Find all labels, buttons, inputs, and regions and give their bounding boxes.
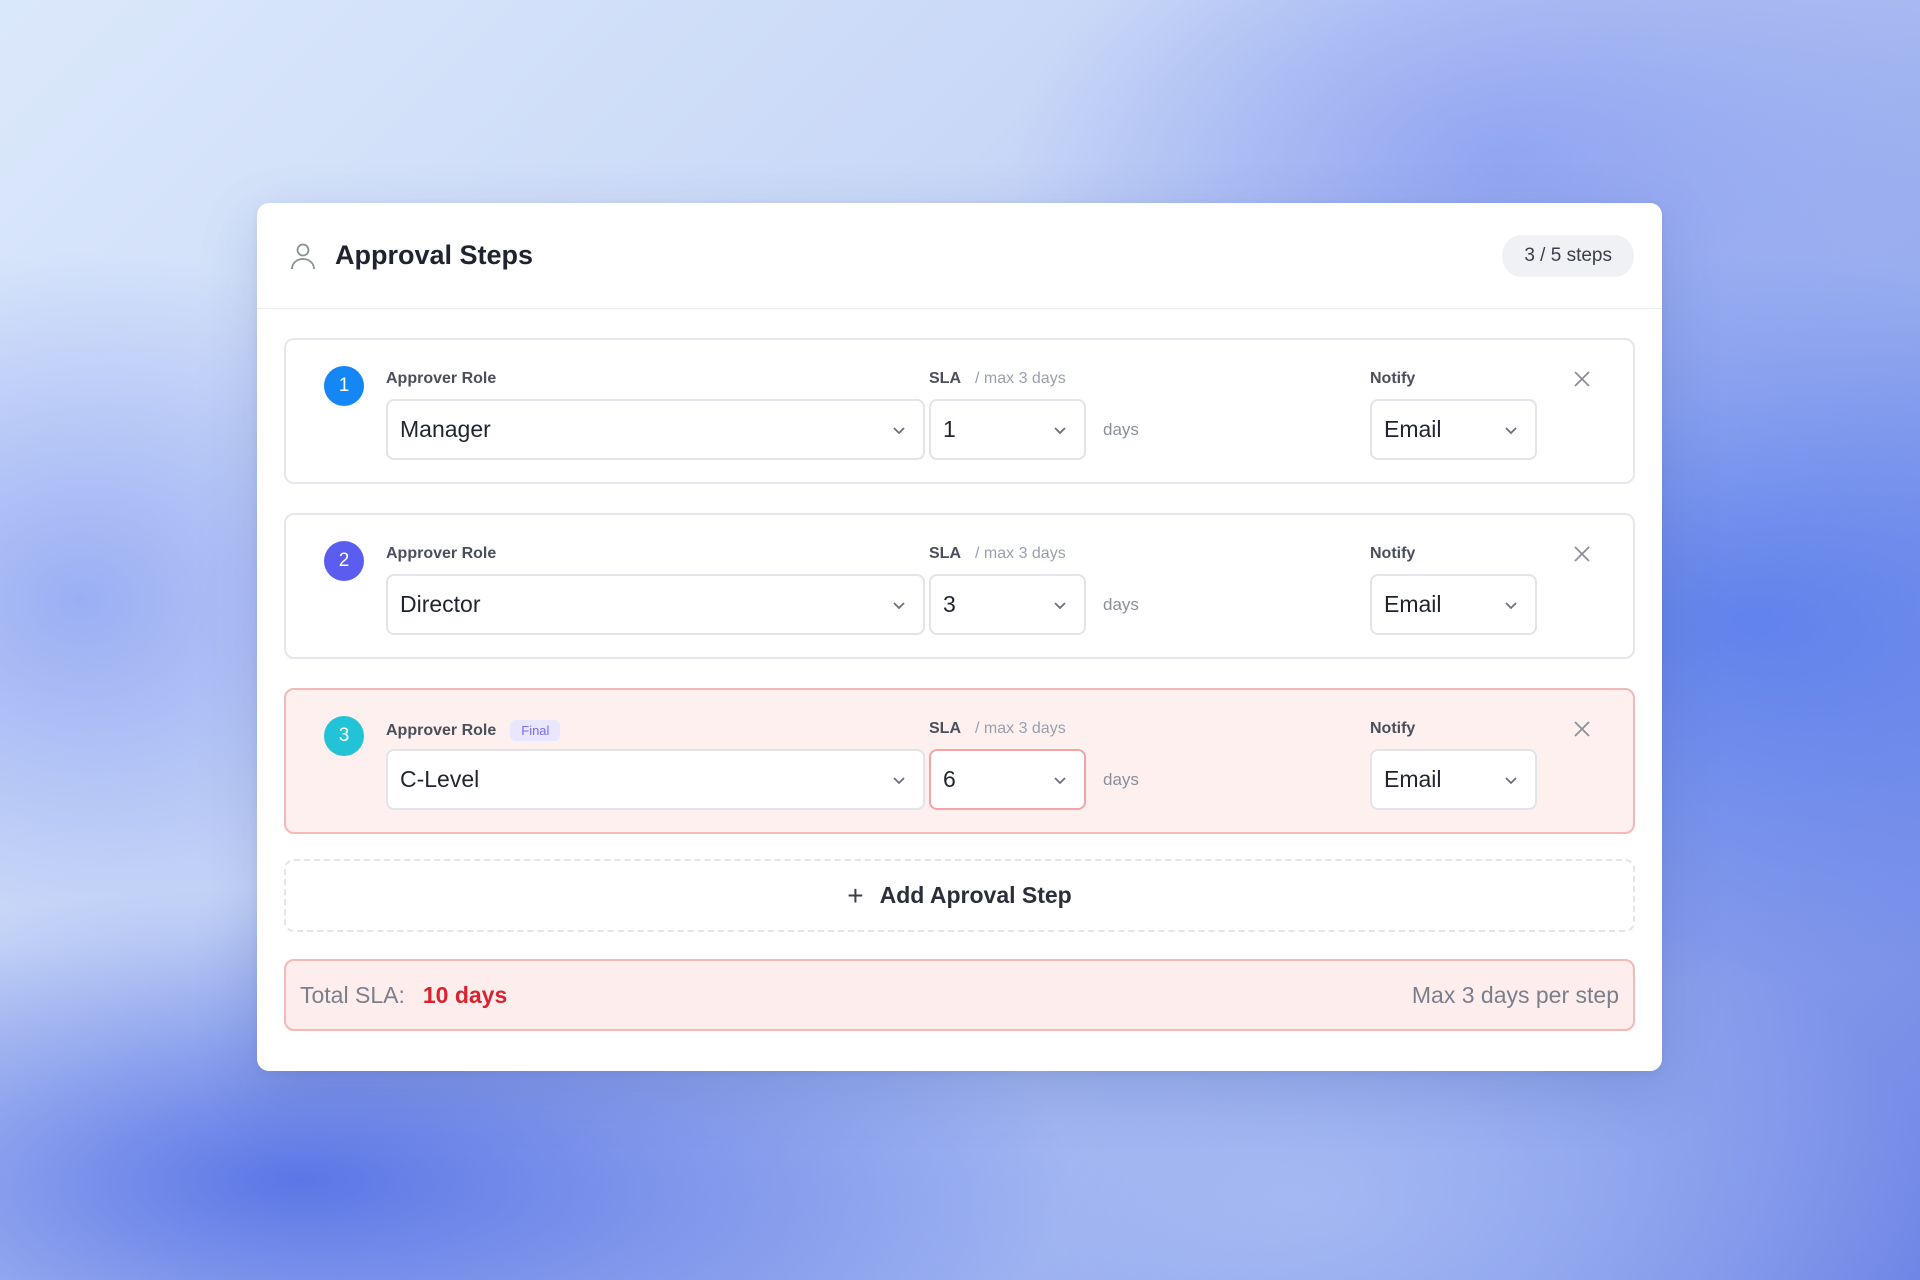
notify-select[interactable]: Email bbox=[1370, 399, 1537, 460]
sla-select[interactable]: 3 bbox=[929, 574, 1086, 635]
sla-unit: days bbox=[1103, 770, 1139, 789]
approver-role-label: Approver Role Final bbox=[386, 720, 561, 741]
total-sla-label: Total SLA: bbox=[300, 981, 405, 1008]
close-icon bbox=[1574, 546, 1590, 562]
chevron-down-icon bbox=[889, 770, 909, 790]
step-number-badge: 3 bbox=[324, 716, 364, 756]
close-icon bbox=[1574, 721, 1590, 737]
notify-label: Notify bbox=[1370, 370, 1416, 387]
approval-steps-card: Approval Steps 3 / 5 steps 1 Approver Ro… bbox=[257, 203, 1662, 1071]
sla-unit: days bbox=[1103, 420, 1139, 439]
approval-step-1: 1 Approver Role Manager SLA / max 3 days … bbox=[284, 338, 1635, 484]
approver-role-select[interactable]: C-Level bbox=[386, 749, 925, 810]
notify-select[interactable]: Email bbox=[1370, 574, 1537, 635]
sla-label: SLA / max 3 days bbox=[929, 545, 1066, 562]
close-icon bbox=[1574, 371, 1590, 387]
total-sla-value: 10 days bbox=[422, 981, 508, 1008]
approver-role-select[interactable]: Director bbox=[386, 574, 925, 635]
sla-select[interactable]: 6 bbox=[929, 749, 1086, 810]
remove-step-button[interactable] bbox=[1571, 718, 1593, 740]
approver-role-label: Approver Role bbox=[386, 545, 497, 562]
chevron-down-icon bbox=[1050, 770, 1070, 790]
chevron-down-icon bbox=[1050, 595, 1070, 615]
sla-label: SLA / max 3 days bbox=[929, 720, 1066, 737]
remove-step-button[interactable] bbox=[1571, 543, 1593, 565]
total-sla-summary: Total SLA: 10 days Max 3 days per step bbox=[284, 959, 1635, 1031]
approval-step-2: 2 Approver Role Director SLA / max 3 days… bbox=[284, 513, 1635, 659]
sla-unit: days bbox=[1103, 595, 1139, 614]
chevron-down-icon bbox=[1050, 420, 1070, 440]
max-days-note: Max 3 days per step bbox=[1411, 981, 1619, 1008]
step-number-badge: 2 bbox=[324, 541, 364, 581]
notify-select[interactable]: Email bbox=[1370, 749, 1537, 810]
chevron-down-icon bbox=[1501, 595, 1521, 615]
chevron-down-icon bbox=[1501, 420, 1521, 440]
page-title: Approval Steps bbox=[335, 240, 534, 270]
step-count-badge: 3 / 5 steps bbox=[1502, 234, 1634, 277]
chevron-down-icon bbox=[889, 595, 909, 615]
plus-icon: + bbox=[847, 879, 864, 911]
notify-label: Notify bbox=[1370, 545, 1416, 562]
sla-label: SLA / max 3 days bbox=[929, 370, 1066, 387]
card-header: Approval Steps 3 / 5 steps bbox=[257, 203, 1662, 309]
user-icon bbox=[287, 240, 319, 272]
add-approval-step-button[interactable]: + Add Aproval Step bbox=[284, 859, 1635, 932]
approver-role-select[interactable]: Manager bbox=[386, 399, 925, 460]
remove-step-button[interactable] bbox=[1571, 368, 1593, 390]
add-step-label: Add Aproval Step bbox=[879, 882, 1072, 908]
notify-label: Notify bbox=[1370, 720, 1416, 737]
approver-role-label: Approver Role bbox=[386, 370, 497, 387]
approval-step-3: 3 Approver Role Final C-Level SLA / max 3… bbox=[284, 688, 1635, 834]
sla-select[interactable]: 1 bbox=[929, 399, 1086, 460]
step-number-badge: 1 bbox=[324, 366, 364, 406]
chevron-down-icon bbox=[1501, 770, 1521, 790]
chevron-down-icon bbox=[889, 420, 909, 440]
final-tag: Final bbox=[510, 720, 561, 741]
